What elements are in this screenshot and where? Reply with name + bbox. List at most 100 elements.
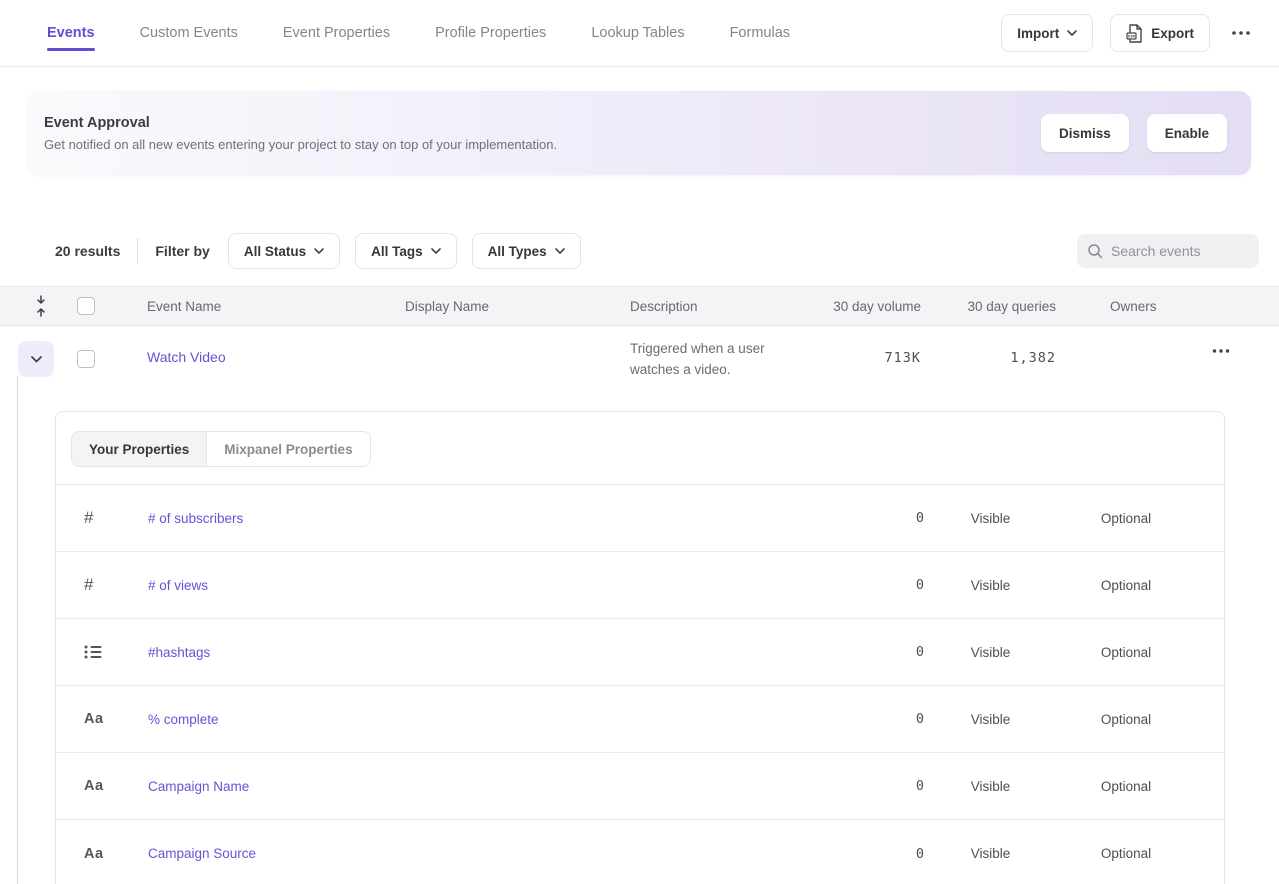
divider [137, 238, 138, 264]
tab-event-properties[interactable]: Event Properties [283, 0, 390, 66]
chevron-down-icon [555, 248, 565, 254]
property-row: Aa Campaign Source 0 Visible Optional [56, 820, 1224, 884]
property-requirement: Optional [1056, 846, 1196, 861]
search-box [1077, 234, 1259, 268]
import-button[interactable]: Import [1001, 14, 1093, 52]
ellipsis-icon [1231, 31, 1251, 35]
text-type-icon: Aa [84, 846, 148, 862]
event-name-link[interactable]: Watch Video [147, 349, 226, 365]
event-properties-panel: Your Properties Mixpanel Properties # # … [55, 411, 1225, 884]
property-row: Aa Campaign Name 0 Visible Optional [56, 753, 1224, 820]
collapse-all-icon [35, 295, 47, 317]
column-header-queries: 30 day queries [921, 299, 1056, 314]
tab-profile-properties-label: Profile Properties [435, 25, 546, 41]
property-visibility: Visible [925, 779, 1056, 794]
banner-subtitle: Get notified on all new events entering … [44, 137, 557, 152]
filter-toolbar: 20 results Filter by All Status All Tags… [0, 233, 1279, 269]
lexicon-tabs: Events Custom Events Event Properties Pr… [47, 0, 790, 66]
property-name-link[interactable]: Campaign Name [148, 779, 835, 794]
import-button-label: Import [1017, 26, 1059, 41]
event-row-watch-video: Watch Video Triggered when a user watche… [0, 326, 1279, 411]
tab-events-label: Events [47, 25, 95, 41]
event-30day-queries: 1,382 [921, 350, 1056, 366]
search-icon [1087, 243, 1103, 259]
property-row: # # of views 0 Visible Optional [56, 552, 1224, 619]
tab-your-properties[interactable]: Your Properties [72, 432, 207, 466]
banner-actions: Dismiss Enable [1041, 114, 1227, 152]
banner-text: Event Approval Get notified on all new e… [44, 115, 557, 152]
top-actions: Import csv Export [1001, 0, 1255, 66]
property-visibility: Visible [925, 645, 1056, 660]
properties-tab-switcher: Your Properties Mixpanel Properties [71, 431, 371, 467]
export-button[interactable]: csv Export [1110, 14, 1210, 52]
property-row: # # of subscribers 0 Visible Optional [56, 485, 1224, 552]
number-type-icon: # [84, 575, 148, 595]
event-description: Triggered when a user watches a video. [630, 341, 765, 377]
tab-formulas[interactable]: Formulas [730, 0, 790, 66]
property-name-link[interactable]: # of subscribers [148, 511, 835, 526]
select-all-checkbox[interactable] [77, 297, 95, 315]
tab-lookup-tables-label: Lookup Tables [591, 25, 684, 41]
column-header-description: Description [591, 299, 791, 314]
status-filter-dropdown[interactable]: All Status [228, 233, 340, 269]
property-requirement: Optional [1056, 712, 1196, 727]
ellipsis-icon [1212, 349, 1230, 353]
column-header-volume: 30 day volume [791, 299, 921, 314]
row-more-options-button[interactable] [1208, 345, 1234, 357]
chevron-down-icon [31, 356, 42, 363]
property-count: 0 [835, 577, 925, 593]
chevron-down-icon [431, 248, 441, 254]
property-count: 0 [835, 846, 925, 862]
lexicon-page: Events Custom Events Event Properties Pr… [0, 0, 1279, 884]
tab-lookup-tables[interactable]: Lookup Tables [591, 0, 684, 66]
column-header-event-name: Event Name [108, 299, 366, 314]
types-filter-label: All Types [488, 244, 547, 259]
top-nav-bar: Events Custom Events Event Properties Pr… [0, 0, 1279, 67]
tags-filter-dropdown[interactable]: All Tags [355, 233, 457, 269]
enable-button[interactable]: Enable [1147, 114, 1227, 152]
event-approval-banner: Event Approval Get notified on all new e… [28, 91, 1251, 175]
events-table-header: Event Name Display Name Description 30 d… [0, 286, 1279, 326]
tab-mixpanel-properties[interactable]: Mixpanel Properties [207, 432, 369, 466]
property-requirement: Optional [1056, 511, 1196, 526]
property-name-link[interactable]: % complete [148, 712, 835, 727]
property-name-link[interactable]: Campaign Source [148, 846, 835, 861]
banner-title: Event Approval [44, 115, 557, 131]
property-requirement: Optional [1056, 578, 1196, 593]
property-visibility: Visible [925, 712, 1056, 727]
list-type-icon [84, 644, 148, 660]
property-count: 0 [835, 778, 925, 794]
export-button-label: Export [1151, 26, 1194, 41]
tab-custom-events-label: Custom Events [140, 25, 238, 41]
event-30day-volume: 713K [791, 350, 921, 366]
results-count: 20 results [55, 243, 120, 259]
property-requirement: Optional [1056, 779, 1196, 794]
search-input[interactable] [1111, 243, 1249, 259]
properties-tabs-section: Your Properties Mixpanel Properties [56, 412, 1224, 485]
expanded-row-indicator-line [17, 376, 18, 884]
property-visibility: Visible [925, 578, 1056, 593]
tab-custom-events[interactable]: Custom Events [140, 0, 238, 66]
property-name-link[interactable]: # of views [148, 578, 835, 593]
property-row: Aa % complete 0 Visible Optional [56, 686, 1224, 753]
collapse-all-button[interactable] [31, 291, 51, 321]
property-visibility: Visible [925, 511, 1056, 526]
property-count: 0 [835, 644, 925, 660]
more-options-button[interactable] [1227, 27, 1255, 39]
property-count: 0 [835, 510, 925, 526]
number-type-icon: # [84, 508, 148, 528]
tab-events[interactable]: Events [47, 0, 95, 66]
types-filter-dropdown[interactable]: All Types [472, 233, 581, 269]
row-checkbox[interactable] [77, 350, 95, 368]
tab-profile-properties[interactable]: Profile Properties [435, 0, 546, 66]
column-header-owners: Owners [1056, 299, 1189, 314]
svg-text:csv: csv [1128, 33, 1136, 38]
column-header-display-name: Display Name [366, 299, 591, 314]
status-filter-label: All Status [244, 244, 306, 259]
chevron-down-icon [1067, 30, 1077, 36]
collapse-row-button[interactable] [18, 341, 54, 377]
csv-file-icon: csv [1126, 24, 1143, 43]
dismiss-button[interactable]: Dismiss [1041, 114, 1129, 152]
property-name-link[interactable]: #hashtags [148, 645, 835, 660]
property-count: 0 [835, 711, 925, 727]
